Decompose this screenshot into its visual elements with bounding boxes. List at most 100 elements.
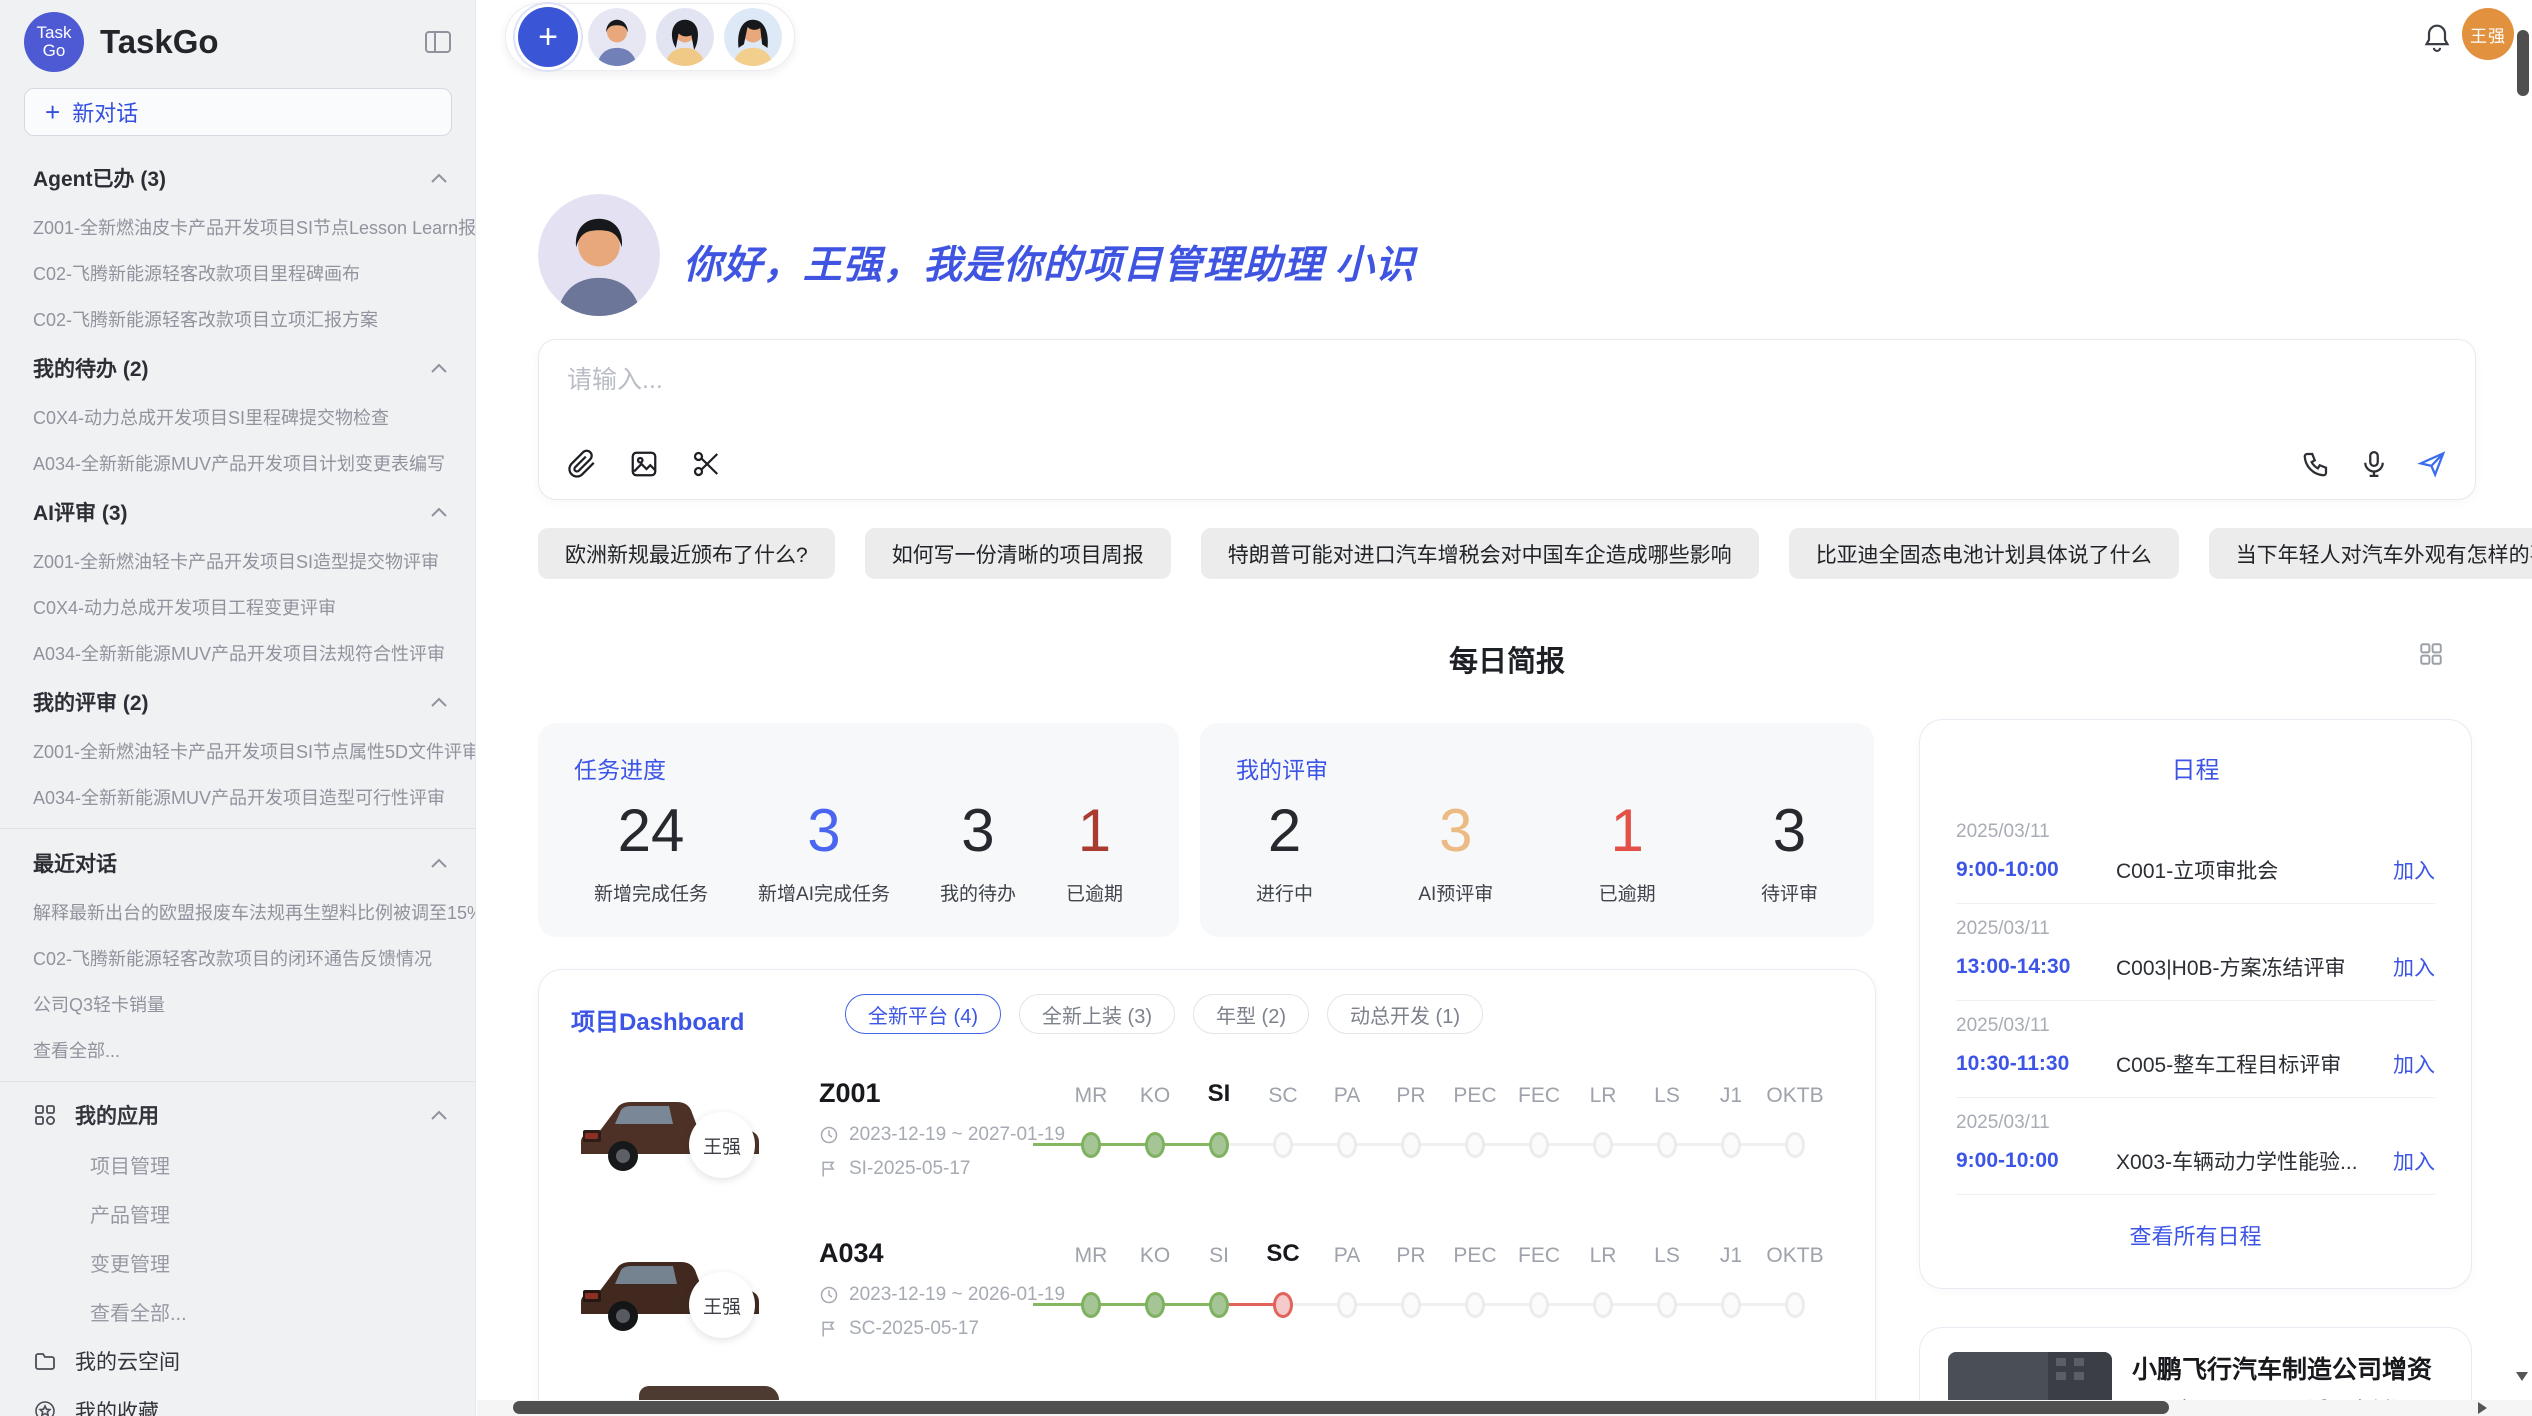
dashboard-tabs: 全新平台 (4) 全新上装 (3) 年型 (2) 动总开发 (1): [845, 994, 1483, 1034]
milestone-dot: [1721, 1132, 1741, 1158]
vertical-scrollbar-thumb[interactable]: [2517, 30, 2529, 96]
section-title: 最近对话: [33, 848, 117, 878]
list-item[interactable]: A034-全新新能源MUV产品开发项目计划变更表编写: [0, 440, 475, 486]
list-item[interactable]: Z001-全新燃油轻卡产品开发项目SI节点属性5D文件评审: [0, 728, 475, 774]
suggestion-chip[interactable]: 当下年轻人对汽车外观有怎样的喜好趋势: [2209, 528, 2532, 579]
chevron-up-icon: [429, 362, 449, 374]
apps-grid-icon: [33, 1103, 57, 1127]
avatar[interactable]: [724, 8, 782, 66]
milestone-label: LR: [1571, 1084, 1635, 1108]
list-item[interactable]: C0X4-动力总成开发项目工程变更评审: [0, 584, 475, 630]
send-icon[interactable]: [2417, 449, 2447, 479]
section-agent-done[interactable]: Agent已办 (3): [0, 152, 475, 204]
horizontal-scrollbar-thumb[interactable]: [513, 1401, 2169, 1414]
stat: 24 新增完成任务: [594, 791, 708, 906]
new-chat-label: 新对话: [72, 96, 138, 128]
milestone: SC: [1251, 1230, 1315, 1340]
stat-value: 1: [1066, 791, 1123, 871]
suggestion-chip[interactable]: 欧洲新规最近颁布了什么?: [538, 528, 835, 579]
join-link[interactable]: 加入: [2393, 1049, 2435, 1079]
milestone: SC: [1251, 1070, 1315, 1180]
flag-icon: [819, 1319, 839, 1339]
layout-grid-icon[interactable]: [2418, 641, 2444, 667]
folder-icon: [33, 1349, 57, 1373]
project-row[interactable]: 王强 A034 2023-12-19 ~ 2026-01-19 SC-2025-…: [539, 1222, 1875, 1382]
tab-new-platform[interactable]: 全新平台 (4): [845, 994, 1001, 1034]
clock-icon: [819, 1125, 839, 1145]
scissors-icon[interactable]: [691, 449, 721, 479]
sidebar-item-cloud-space[interactable]: 我的云空间: [0, 1336, 475, 1386]
milestone-dot: [1273, 1292, 1293, 1318]
stat-value: 2: [1256, 791, 1313, 871]
avatar[interactable]: [588, 8, 646, 66]
sidebar-item-my-apps[interactable]: 我的应用: [0, 1090, 475, 1140]
scroll-down-arrow-icon[interactable]: [2516, 1372, 2528, 1381]
clock-icon: [819, 1285, 839, 1305]
milestone-label: PA: [1315, 1084, 1379, 1108]
divider: [0, 1081, 475, 1082]
milestone: FEC: [1507, 1230, 1571, 1340]
sidebar-item-change-mgmt[interactable]: 变更管理: [0, 1238, 475, 1287]
suggestion-chip[interactable]: 如何写一份清晰的项目周报: [865, 528, 1171, 579]
sidebar-item-project-mgmt[interactable]: 项目管理: [0, 1140, 475, 1189]
list-item[interactable]: Z001-全新燃油皮卡产品开发项目SI节点Lesson Learn报告: [0, 204, 475, 250]
suggestion-chip[interactable]: 比亚迪全固态电池计划具体说了什么: [1789, 528, 2179, 579]
avatar[interactable]: [656, 8, 714, 66]
notification-bell-icon[interactable]: [2422, 22, 2452, 54]
milestone-label: SC: [1251, 1240, 1315, 1268]
milestone-label: PEC: [1443, 1244, 1507, 1268]
list-item[interactable]: 解释最新出台的欧盟报废车法规再生塑料比例被调至15%...: [0, 889, 475, 935]
collapse-sidebar-icon[interactable]: [423, 28, 453, 56]
section-recent-chats[interactable]: 最近对话: [0, 837, 475, 889]
view-all-link[interactable]: 查看全部...: [0, 1287, 475, 1336]
suggestion-chip[interactable]: 特朗普可能对进口汽车增税会对中国车企造成哪些影响: [1201, 528, 1759, 579]
flag-icon: [819, 1159, 839, 1179]
project-code: A034: [819, 1238, 884, 1269]
view-all-schedules-link[interactable]: 查看所有日程: [1920, 1219, 2471, 1251]
milestone: MR: [1059, 1070, 1123, 1180]
greeting-text: 你好，王强，我是你的项目管理助理 小识: [683, 234, 1415, 290]
milestone-label: FEC: [1507, 1084, 1571, 1108]
join-link[interactable]: 加入: [2393, 855, 2435, 885]
tab-powertrain[interactable]: 动总开发 (1): [1327, 994, 1483, 1034]
milestone-dot: [1081, 1132, 1101, 1158]
milestone-dot: [1337, 1292, 1357, 1318]
phone-icon[interactable]: [2301, 449, 2331, 479]
milestone-label: MR: [1059, 1244, 1123, 1268]
tab-new-body[interactable]: 全新上装 (3): [1019, 994, 1175, 1034]
stat: 1 已逾期: [1599, 791, 1656, 906]
milestone-dot: [1145, 1132, 1165, 1158]
list-item[interactable]: A034-全新新能源MUV产品开发项目造型可行性评审: [0, 774, 475, 820]
scroll-right-arrow-icon[interactable]: [2478, 1402, 2487, 1414]
list-item[interactable]: C02-飞腾新能源轻客改款项目的闭环通告反馈情况: [0, 935, 475, 981]
milestone: KO: [1123, 1230, 1187, 1340]
view-all-link[interactable]: 查看全部...: [0, 1027, 475, 1073]
add-session-button[interactable]: +: [518, 7, 578, 67]
image-icon[interactable]: [629, 449, 659, 479]
daily-briefing-title: 每日简报: [538, 638, 2476, 680]
list-item[interactable]: Z001-全新燃油轻卡产品开发项目SI造型提交物评审: [0, 538, 475, 584]
section-my-review[interactable]: 我的评审 (2): [0, 676, 475, 728]
list-item[interactable]: C02-飞腾新能源轻客改款项目立项汇报方案: [0, 296, 475, 342]
tab-year-model[interactable]: 年型 (2): [1193, 994, 1309, 1034]
new-chat-button[interactable]: + 新对话: [24, 88, 452, 136]
microphone-icon[interactable]: [2359, 449, 2389, 479]
list-item[interactable]: C0X4-动力总成开发项目SI里程碑提交物检查: [0, 394, 475, 440]
project-row[interactable]: 王强 Z001 2023-12-19 ~ 2027-01-19 SI-2025-…: [539, 1062, 1875, 1222]
milestone-dot: [1209, 1132, 1229, 1158]
section-my-todo[interactable]: 我的待办 (2): [0, 342, 475, 394]
attachment-icon[interactable]: [567, 449, 597, 479]
user-avatar[interactable]: 王强: [2462, 8, 2514, 60]
list-item[interactable]: A034-全新新能源MUV产品开发项目法规符合性评审: [0, 630, 475, 676]
milestone-dot: [1593, 1132, 1613, 1158]
schedule-name: C005-整车工程目标评审: [2116, 1049, 2393, 1079]
join-link[interactable]: 加入: [2393, 952, 2435, 982]
list-item[interactable]: C02-飞腾新能源轻客改款项目里程碑画布: [0, 250, 475, 296]
sidebar-item-favorites[interactable]: 我的收藏: [0, 1386, 475, 1416]
join-link[interactable]: 加入: [2393, 1146, 2435, 1176]
milestone-label: SI: [1187, 1080, 1251, 1108]
section-ai-review[interactable]: AI评审 (3): [0, 486, 475, 538]
list-item[interactable]: 公司Q3轻卡销量: [0, 981, 475, 1027]
sidebar-item-product-mgmt[interactable]: 产品管理: [0, 1189, 475, 1238]
chat-input[interactable]: [567, 366, 2167, 395]
